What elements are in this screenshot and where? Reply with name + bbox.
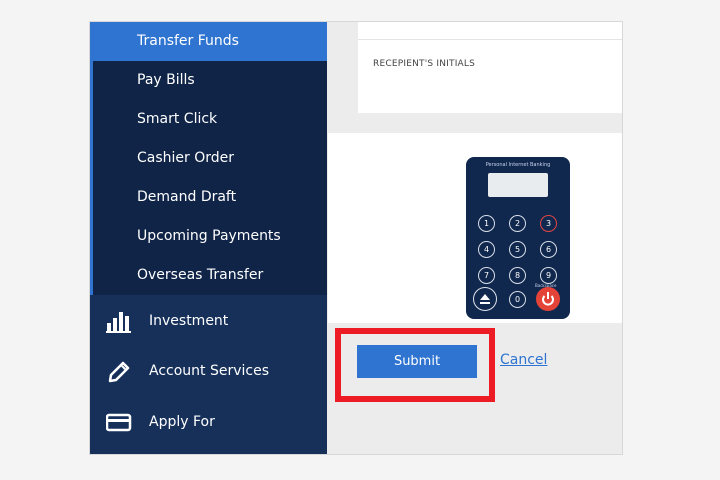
pencil-icon: [106, 359, 132, 383]
token-key: 9: [540, 267, 557, 284]
security-token-image: Personal Internet Banking 1 2 3 4 5 6 7 …: [466, 157, 570, 319]
submit-button[interactable]: Submit: [357, 345, 477, 378]
submenu-item-smart-click[interactable]: Smart Click: [90, 100, 327, 139]
token-key: 8: [509, 267, 526, 284]
nav-item-investment[interactable]: Investment: [90, 297, 327, 345]
nav-item-account-services[interactable]: Account Services: [90, 347, 327, 395]
token-key: 6: [540, 241, 557, 258]
submenu-item-pay-bills[interactable]: Pay Bills: [90, 61, 327, 100]
token-key: 5: [509, 241, 526, 258]
token-screen: [488, 173, 548, 197]
token-title: Personal Internet Banking: [485, 162, 551, 168]
token-power-icon: [536, 287, 560, 311]
submenu-item-overseas-transfer[interactable]: Overseas Transfer: [90, 256, 327, 295]
token-key: 3: [540, 215, 557, 232]
submenu-item-cashier-order[interactable]: Cashier Order: [90, 139, 327, 178]
token-key: 4: [478, 241, 495, 258]
token-eject-icon: [473, 287, 497, 311]
submenu-item-upcoming-payments[interactable]: Upcoming Payments: [90, 217, 327, 256]
divider: [358, 39, 622, 40]
submenu-item-demand-draft[interactable]: Demand Draft: [90, 178, 327, 217]
recipient-initials-label: RECEPIENT'S INITIALS: [373, 59, 476, 69]
card-icon: [105, 410, 132, 434]
token-key: 7: [478, 267, 495, 284]
nav-item-apply-for[interactable]: Apply For: [90, 398, 327, 446]
token-key: 2: [509, 215, 526, 232]
token-key: 1: [478, 215, 495, 232]
cancel-link[interactable]: Cancel: [500, 352, 547, 368]
nav-label: Account Services: [149, 363, 270, 379]
transfer-submenu: Transfer Funds Pay Bills Smart Click Cas…: [90, 22, 327, 295]
nav-label: Apply For: [149, 414, 215, 430]
bar-chart-icon: [106, 309, 132, 333]
nav-label: Investment: [149, 313, 229, 329]
submenu-item-transfer-funds[interactable]: Transfer Funds: [90, 22, 327, 61]
token-key: 0: [509, 291, 526, 308]
recipient-initials-card: RECEPIENT'S INITIALS: [358, 22, 622, 113]
